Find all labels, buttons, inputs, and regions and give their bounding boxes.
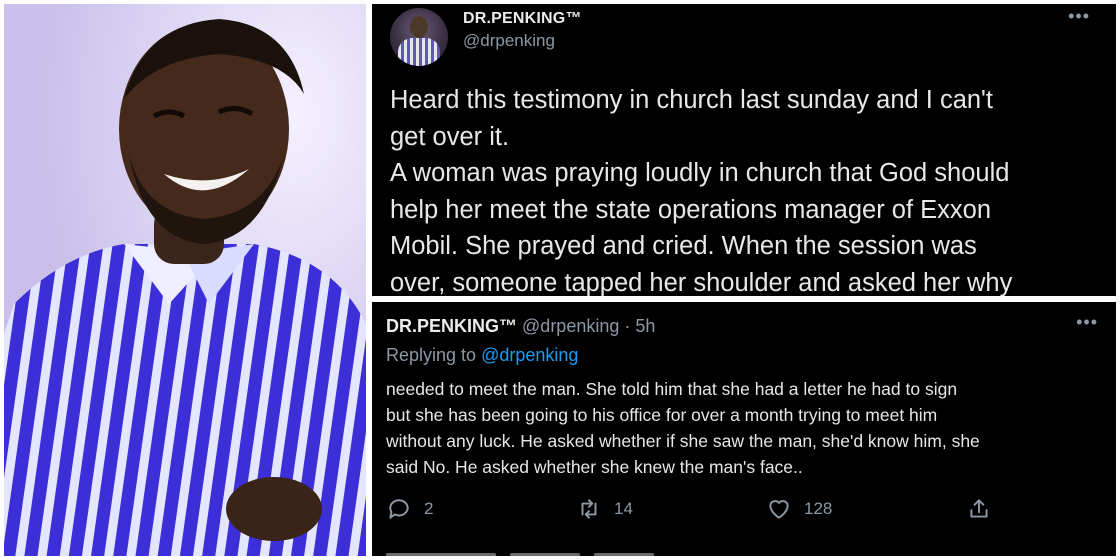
tweet-header: DR.PENKING™ @drpenking · 5h bbox=[386, 316, 655, 337]
tweet-line: Heard this testimony in church last sund… bbox=[390, 86, 994, 114]
heart-icon bbox=[769, 500, 789, 519]
tweet-line: A woman was praying loudly in church tha… bbox=[390, 159, 1010, 187]
tweet-line: help her meet the state operations manag… bbox=[390, 195, 992, 224]
next-tweet-cutoff bbox=[386, 546, 706, 556]
reply-icon bbox=[389, 499, 409, 519]
display-name[interactable]: DR.PENKING™ bbox=[386, 316, 517, 336]
user-handle[interactable]: @drpenking bbox=[463, 31, 555, 51]
mention-link[interactable]: @drpenking bbox=[481, 345, 578, 365]
tweet-text: Heard this testimony in church last sund… bbox=[390, 82, 1102, 296]
more-dots-icon[interactable]: ••• bbox=[1068, 6, 1090, 27]
meta-separator: · bbox=[624, 316, 631, 336]
reply-count: 2 bbox=[424, 499, 434, 518]
user-handle[interactable]: @drpenking bbox=[522, 316, 619, 336]
replying-label: Replying to bbox=[386, 345, 477, 365]
avatar-face bbox=[410, 16, 428, 38]
tweet-text: needed to meet the man. She told him tha… bbox=[386, 376, 1102, 480]
retweet-count: 14 bbox=[614, 499, 633, 518]
retweet-icon bbox=[581, 499, 597, 519]
tweet-line: over, someone tapped her shoulder and as… bbox=[390, 268, 1013, 297]
display-name[interactable]: DR.PENKING™ bbox=[463, 10, 582, 28]
tweet-line: but she has been going to his office for… bbox=[386, 405, 938, 425]
man-portrait-image bbox=[4, 4, 366, 556]
share-button[interactable] bbox=[966, 496, 992, 522]
share-icon bbox=[970, 499, 988, 518]
tweet-line: said No. He asked whether she knew the m… bbox=[386, 457, 803, 477]
tweet-line: needed to meet the man. She told him tha… bbox=[386, 379, 958, 399]
timestamp[interactable]: 5h bbox=[635, 316, 655, 336]
profile-photo bbox=[4, 4, 366, 556]
retweet-button[interactable]: 14 bbox=[576, 496, 633, 522]
reply-button[interactable]: 2 bbox=[386, 496, 433, 522]
tweet-card[interactable]: DR.PENKING™ @drpenking ••• Heard this te… bbox=[372, 4, 1116, 296]
more-dots-icon[interactable]: ••• bbox=[1076, 312, 1098, 333]
tweet-actions: 2 14 128 bbox=[372, 496, 1116, 526]
replying-to: Replying to @drpenking bbox=[386, 345, 578, 366]
tweet-line: without any luck. He asked whether if sh… bbox=[386, 431, 980, 451]
like-count: 128 bbox=[804, 499, 833, 518]
reply-tweet-card[interactable]: DR.PENKING™ @drpenking · 5h ••• Replying… bbox=[372, 302, 1116, 556]
tweet-line: Mobil. She prayed and cried. When the se… bbox=[390, 232, 977, 260]
like-button[interactable]: 128 bbox=[766, 496, 832, 522]
tweet-line: get over it. bbox=[390, 122, 510, 151]
avatar-shirt bbox=[398, 38, 440, 66]
avatar[interactable] bbox=[390, 8, 448, 66]
